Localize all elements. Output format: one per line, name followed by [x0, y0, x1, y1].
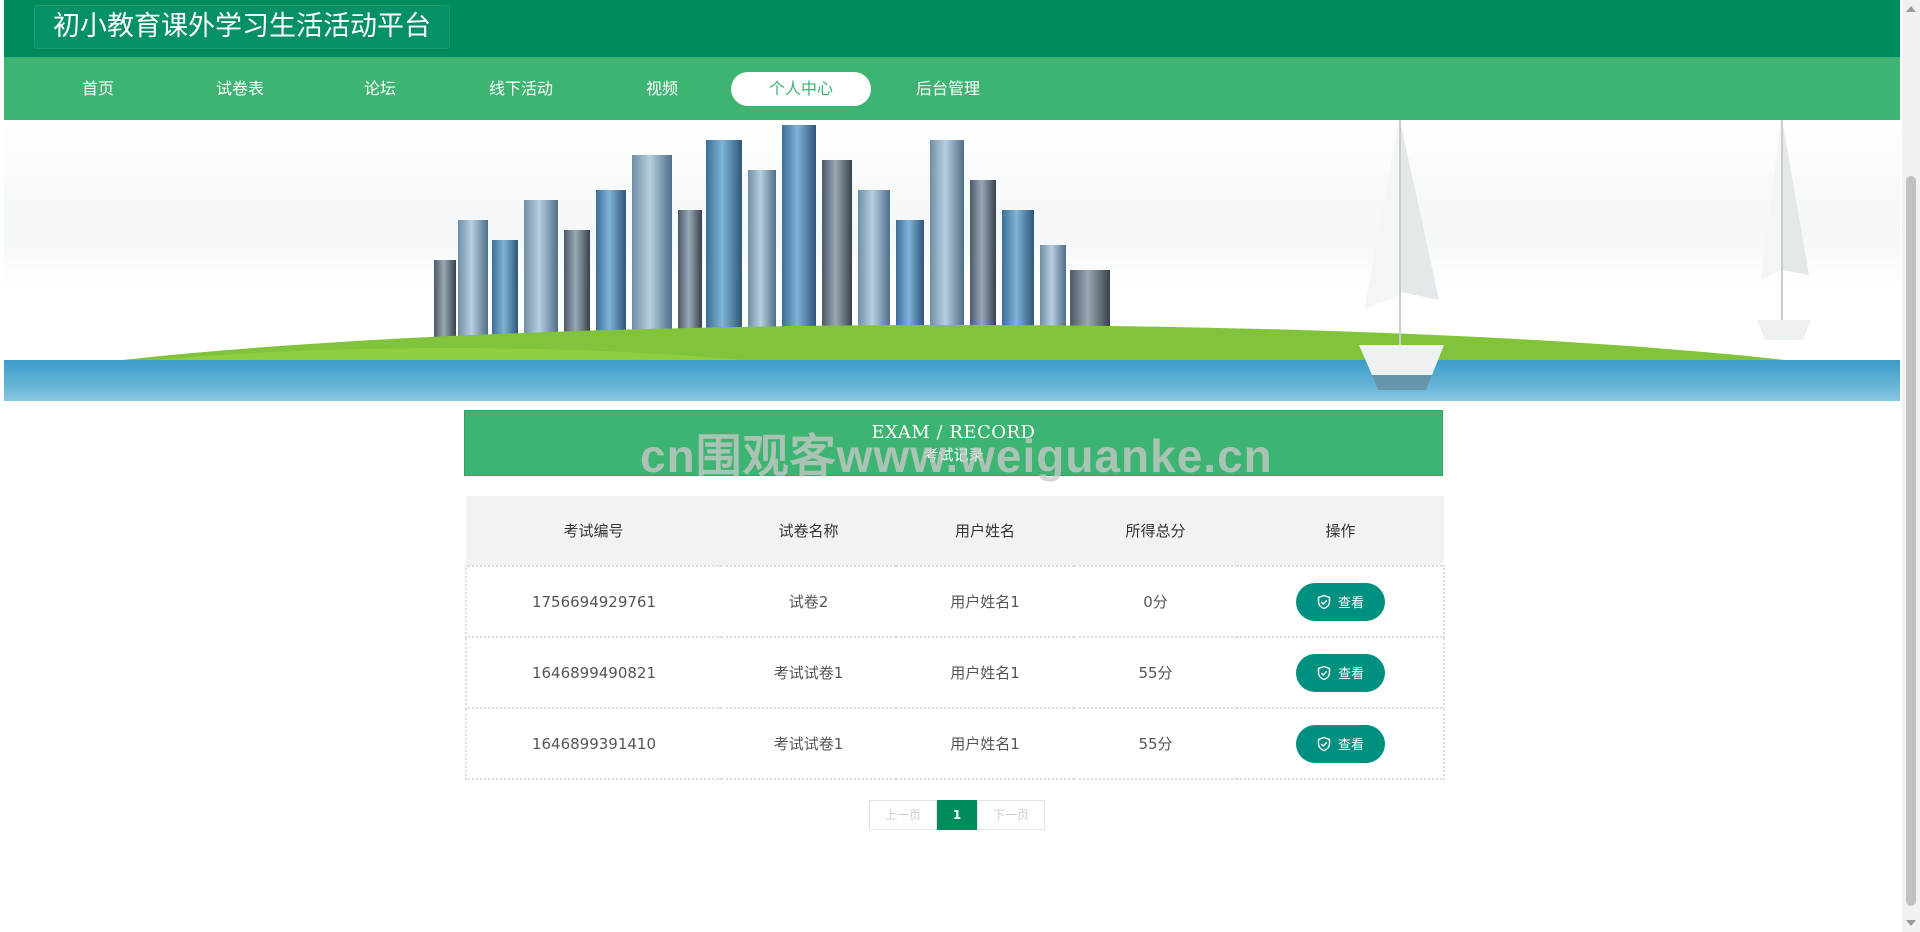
cell-exam-id: 1756694929761: [465, 565, 721, 638]
shield-check-icon: [1317, 594, 1331, 609]
column-header-exam-id: 考试编号: [563, 522, 624, 540]
column-header-actions: 操作: [1325, 522, 1356, 540]
nav-item-admin[interactable]: 后台管理: [878, 72, 1018, 106]
page-number-current[interactable]: 1: [937, 800, 977, 830]
column-header-paper-name: 试卷名称: [778, 522, 839, 540]
cell-user-name: 用户姓名1: [896, 707, 1074, 780]
cell-exam-id: 1646899490821: [465, 636, 721, 709]
city-skyline-image: [434, 120, 1114, 340]
scroll-up-arrow-icon[interactable]: [1906, 6, 1916, 12]
pagination: 上一页 1 下一页: [869, 800, 1045, 830]
table-row: 1646899391410 考试试卷1 用户姓名1 55分 查看: [465, 707, 1445, 780]
view-button-label: 查看: [1337, 667, 1364, 682]
vertical-scrollbar[interactable]: [1902, 0, 1920, 932]
view-button[interactable]: 查看: [1295, 582, 1385, 621]
lake-image: [4, 360, 1900, 401]
cell-paper-name: 考试试卷1: [721, 707, 896, 780]
view-button-label: 查看: [1337, 596, 1364, 611]
nav-item-video[interactable]: 视频: [592, 72, 732, 106]
nav-item-forum[interactable]: 论坛: [310, 72, 450, 106]
prev-page-button[interactable]: 上一页: [869, 800, 937, 830]
cell-actions: 查看: [1237, 636, 1445, 709]
shield-check-icon: [1317, 665, 1331, 680]
cell-score: 55分: [1074, 636, 1237, 709]
column-header-total-score: 所得总分: [1125, 522, 1186, 540]
table-row: 1646899490821 考试试卷1 用户姓名1 55分 查看: [465, 636, 1445, 709]
cell-user-name: 用户姓名1: [896, 565, 1074, 638]
shield-check-icon: [1317, 736, 1331, 751]
cell-paper-name: 考试试卷1: [721, 636, 896, 709]
section-heading: EXAM / RECORD 考试记录: [464, 410, 1443, 476]
nav-item-home[interactable]: 首页: [28, 72, 168, 106]
cell-exam-id: 1646899391410: [465, 707, 721, 780]
sailboat-image: [1757, 120, 1811, 340]
nav-item-offline-activities[interactable]: 线下活动: [451, 72, 591, 106]
table-row: 1756694929761 试卷2 用户姓名1 0分 查看: [465, 565, 1445, 638]
site-header: 初小教育课外学习生活活动平台: [4, 0, 1900, 57]
cell-paper-name: 试卷2: [721, 565, 896, 638]
column-header-user-name: 用户姓名: [954, 522, 1015, 540]
table-header-row: 考试编号 试卷名称 用户姓名 所得总分 操作: [466, 496, 1444, 566]
section-title-en: EXAM / RECORD: [871, 422, 1036, 443]
view-button-label: 查看: [1337, 738, 1364, 753]
cell-score: 0分: [1074, 565, 1237, 638]
nav-item-exam-papers[interactable]: 试卷表: [170, 72, 310, 106]
main-nav: 首页 试卷表 论坛 线下活动 视频 个人中心 后台管理: [4, 57, 1900, 120]
cell-user-name: 用户姓名1: [896, 636, 1074, 709]
site-title[interactable]: 初小教育课外学习生活活动平台: [34, 5, 450, 49]
view-button[interactable]: 查看: [1295, 653, 1385, 692]
cell-score: 55分: [1074, 707, 1237, 780]
next-page-button[interactable]: 下一页: [977, 800, 1045, 830]
page: 初小教育课外学习生活活动平台 首页 试卷表 论坛 线下活动 视频 个人中心 后台…: [4, 0, 1900, 932]
sailboat-image: [1359, 120, 1444, 390]
scroll-down-arrow-icon[interactable]: [1906, 920, 1916, 926]
cell-actions: 查看: [1237, 565, 1445, 638]
banner-carousel[interactable]: [4, 120, 1900, 401]
exam-record-table: 考试编号 试卷名称 用户姓名 所得总分 操作 1756694929761 试卷2…: [465, 496, 1445, 780]
nav-item-personal-center[interactable]: 个人中心: [731, 72, 871, 106]
cell-actions: 查看: [1237, 707, 1445, 780]
view-button[interactable]: 查看: [1295, 724, 1385, 763]
scrollbar-thumb[interactable]: [1906, 176, 1916, 906]
section-title-cn: 考试记录: [923, 446, 984, 464]
